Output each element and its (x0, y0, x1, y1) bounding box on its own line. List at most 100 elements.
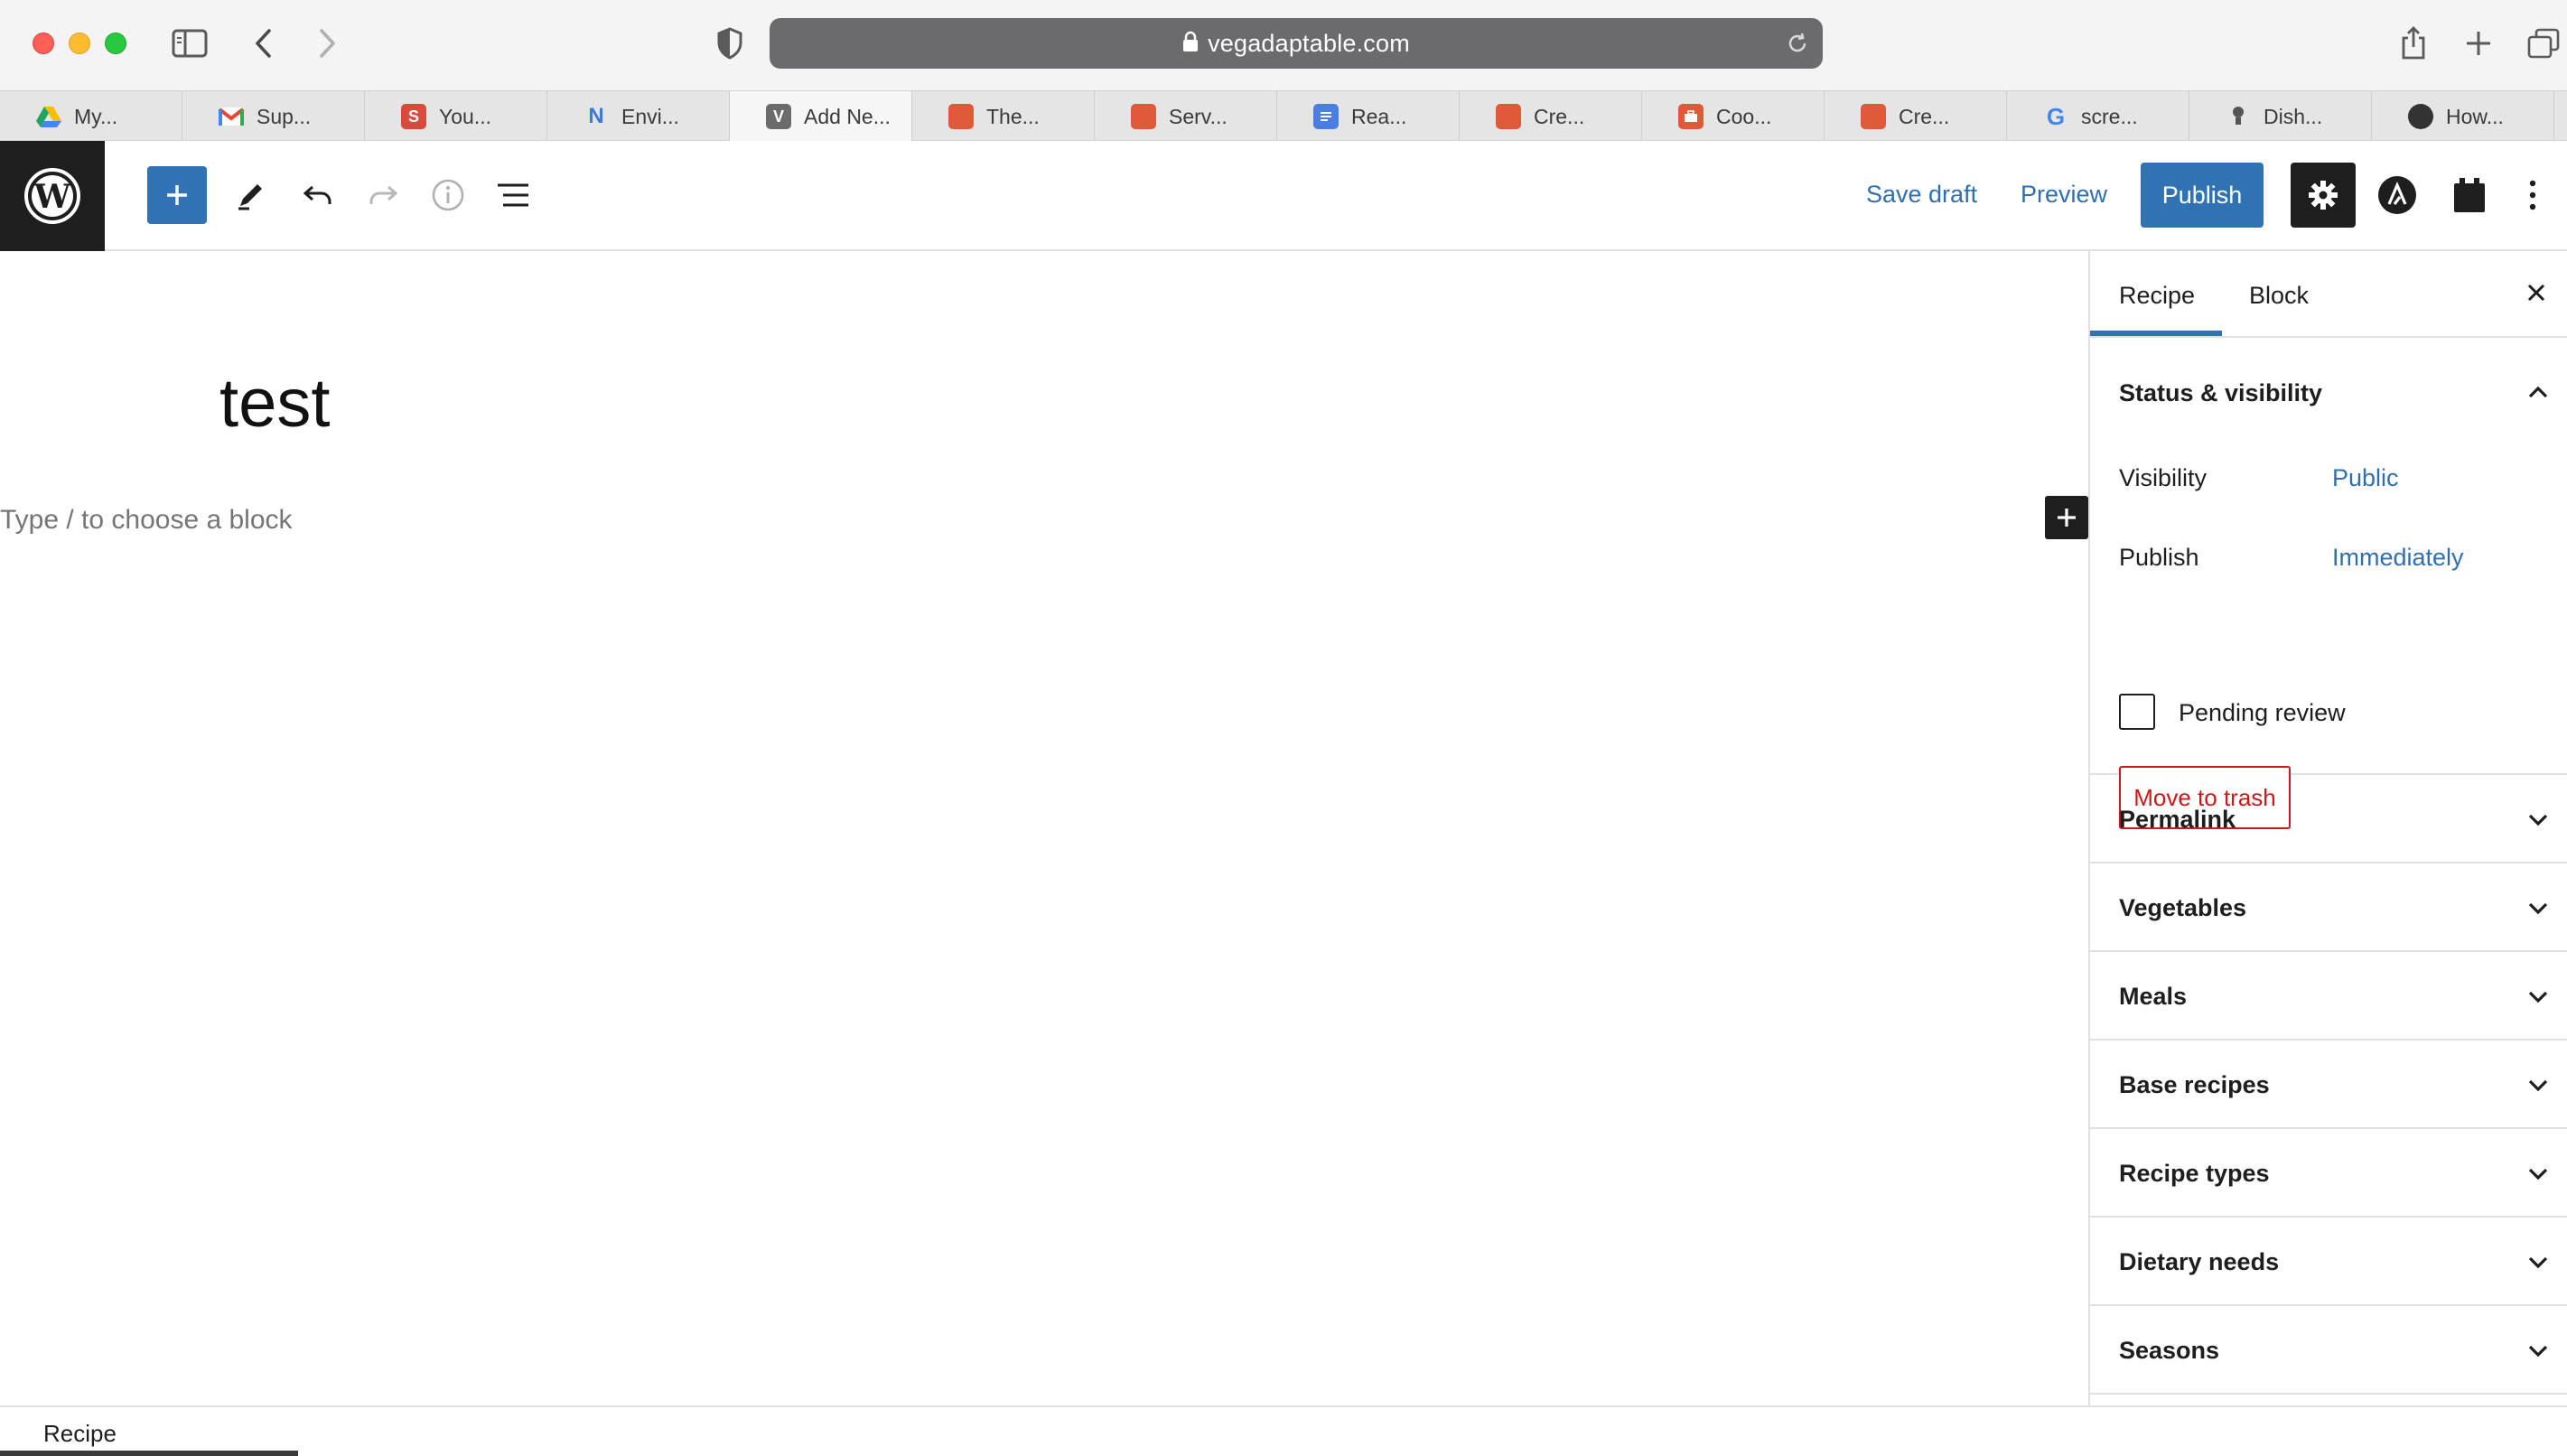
circle-logo-icon (2408, 104, 2433, 129)
address-bar[interactable]: vegadaptable.com (770, 18, 1823, 69)
add-block-button[interactable] (147, 166, 207, 224)
panel-permalink[interactable]: Permalink (2090, 775, 2567, 863)
chevron-down-icon (2522, 1069, 2554, 1102)
browser-tab[interactable]: Coo... (1642, 91, 1825, 142)
minimize-window-button[interactable] (69, 33, 90, 54)
wordpress-logo-icon[interactable]: W (0, 141, 105, 251)
tab-recipe[interactable]: Recipe (2119, 282, 2195, 310)
browser-tab[interactable]: Rea... (1277, 91, 1460, 142)
visibility-label: Visibility (2119, 464, 2208, 491)
panel-dietary-needs[interactable]: Dietary needs (2090, 1218, 2567, 1306)
panel-title: Seasons (2119, 1337, 2220, 1364)
publish-label: Publish (2119, 544, 2199, 571)
browser-tab[interactable]: Sup... (182, 91, 365, 142)
sidebar-toggle-icon[interactable] (168, 22, 211, 65)
sidebar-tabs: Recipe Block (2090, 251, 2567, 338)
panel-title: Recipe types (2119, 1160, 2270, 1187)
calendar-icon (1131, 104, 1156, 129)
save-draft-button[interactable]: Save draft (1866, 181, 1977, 209)
s-icon: S (401, 104, 426, 129)
tab-overview-icon[interactable] (2522, 22, 2565, 65)
share-icon[interactable] (2392, 22, 2435, 65)
panel-vegetables[interactable]: Vegetables (2090, 863, 2567, 952)
settings-gear-button[interactable] (2291, 163, 2356, 228)
panel-meals[interactable]: Meals (2090, 952, 2567, 1041)
browser-tab[interactable]: Gscre... (2007, 91, 2189, 142)
pending-review-label[interactable]: Pending review (2179, 699, 2346, 727)
active-tab-indicator (2090, 331, 2222, 336)
tab-label: The... (986, 104, 1040, 128)
panel-base-recipes[interactable]: Base recipes (2090, 1041, 2567, 1129)
panel-title[interactable]: Status & visibility (2119, 379, 2322, 407)
tab-label: Sup... (257, 104, 312, 128)
zoom-window-button[interactable] (105, 33, 126, 54)
redo-icon[interactable] (354, 166, 412, 224)
editor-header: W Save draft Preview Publish (0, 141, 2567, 251)
tab-block[interactable]: Block (2249, 282, 2309, 310)
browser-tab[interactable]: The... (912, 91, 1095, 142)
browser-tab[interactable]: N Envi... (547, 91, 730, 142)
gmail-icon (219, 104, 244, 129)
publish-date-toggle[interactable]: Immediately (2332, 544, 2464, 572)
chevron-down-icon (2522, 1335, 2554, 1367)
browser-tab[interactable]: Cre... (1825, 91, 2007, 142)
browser-tab[interactable]: Dish... (2189, 91, 2372, 142)
tab-label: My... (74, 104, 118, 128)
privacy-shield-icon[interactable] (708, 22, 751, 65)
astra-logo-icon[interactable] (2368, 166, 2426, 224)
visibility-toggle[interactable]: Public (2332, 464, 2399, 492)
browser-tab-active[interactable]: V Add Ne... (730, 91, 912, 142)
panel-seasons[interactable]: Seasons (2090, 1306, 2567, 1395)
tab-label: Serv... (1169, 104, 1227, 128)
chevron-up-icon[interactable] (2522, 376, 2554, 408)
tab-label: Rea... (1351, 104, 1407, 128)
browser-tab[interactable]: My... (0, 91, 182, 142)
tab-bar: My... Sup... S You... N Envi... V Add Ne...… (0, 90, 2567, 142)
list-view-icon[interactable] (484, 166, 542, 224)
browser-tab[interactable]: S You... (365, 91, 547, 142)
browser-tab[interactable]: How... (2372, 91, 2554, 142)
editor-footer: Recipe (0, 1405, 2567, 1456)
plugin-calendar-icon[interactable] (2441, 166, 2498, 224)
tab-label: Envi... (621, 104, 679, 128)
preview-button[interactable]: Preview (2021, 181, 2107, 209)
close-icon (2527, 284, 2545, 302)
browser-tab[interactable]: Serv... (1095, 91, 1277, 142)
edit-pencil-icon[interactable] (222, 166, 280, 224)
status-visibility-panel: Status & visibility Visibility Public Pu… (2090, 338, 2567, 829)
forward-icon[interactable] (305, 22, 349, 65)
inline-add-block-button[interactable] (2045, 496, 2088, 539)
panel-recipe-types[interactable]: Recipe types (2090, 1129, 2567, 1218)
plus-icon (2058, 509, 2076, 527)
panel-title: Permalink (2119, 806, 2236, 833)
docs-icon (1313, 104, 1339, 129)
tab-label: Cre... (1899, 104, 1950, 128)
tab-label: You... (439, 104, 491, 128)
breadcrumb[interactable]: Recipe (43, 1420, 117, 1448)
footer-strip (0, 1451, 298, 1456)
panel-title: Vegetables (2119, 894, 2247, 921)
gear-icon (2309, 181, 2338, 210)
bulb-icon (2226, 104, 2251, 129)
publish-button[interactable]: Publish (2141, 163, 2264, 228)
details-info-icon[interactable] (419, 166, 477, 224)
tab-label: How... (2446, 104, 2504, 128)
editor-canvas: test Type / to choose a block (0, 251, 2088, 1405)
undo-icon[interactable] (289, 166, 347, 224)
more-options-icon[interactable] (2504, 166, 2562, 224)
reload-icon[interactable] (1785, 31, 1810, 61)
post-title[interactable]: test (219, 364, 331, 443)
block-placeholder[interactable]: Type / to choose a block (0, 505, 293, 536)
new-tab-icon[interactable] (2457, 22, 2500, 65)
back-icon[interactable] (242, 22, 285, 65)
tab-label: scre... (2081, 104, 2138, 128)
chevron-down-icon (2522, 981, 2554, 1013)
calendar-icon (1496, 104, 1521, 129)
close-window-button[interactable] (33, 33, 54, 54)
pending-review-checkbox[interactable] (2119, 694, 2155, 730)
browser-tab[interactable]: Cre... (1460, 91, 1642, 142)
close-sidebar-button[interactable] (2518, 275, 2554, 311)
tab-label: Coo... (1716, 104, 1772, 128)
v-icon: V (766, 104, 791, 129)
panel-title: Dietary needs (2119, 1248, 2280, 1275)
